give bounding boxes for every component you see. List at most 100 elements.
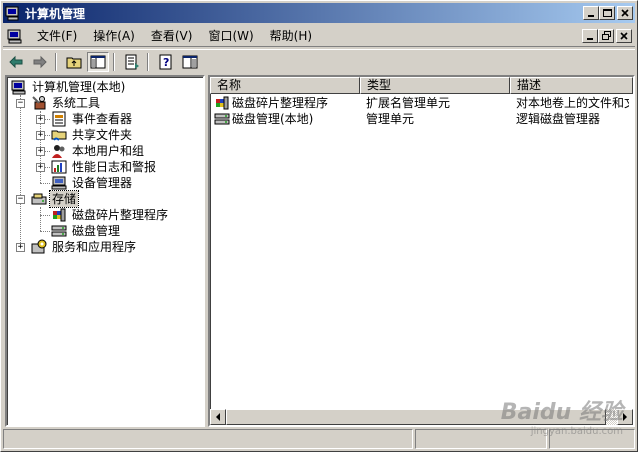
menu-view[interactable]: 查看(V) xyxy=(143,26,201,46)
show-hide-action-pane-button[interactable] xyxy=(179,52,201,72)
help-icon: ? xyxy=(159,54,172,69)
menu-window[interactable]: 窗口(W) xyxy=(200,26,261,46)
watermark-brand: Baidu 经验 xyxy=(500,400,623,425)
column-header-description[interactable]: 描述 xyxy=(510,77,633,94)
expand-toggle[interactable]: + xyxy=(36,147,45,156)
toolbar: ? xyxy=(3,49,635,73)
cell-name: 磁盘管理(本地) xyxy=(232,112,314,126)
show-hide-tree-button[interactable] xyxy=(87,51,109,72)
maximize-icon xyxy=(602,9,612,17)
cell-type: 扩展名管理单元 xyxy=(366,96,451,110)
tree-label: 系统工具 xyxy=(52,96,101,110)
menu-action[interactable]: 操作(A) xyxy=(85,26,143,46)
computer-management-icon xyxy=(5,6,19,21)
toolbar-separator xyxy=(113,52,115,71)
tree-label: 磁盘碎片整理程序 xyxy=(72,208,169,222)
svg-text:?: ? xyxy=(163,56,169,69)
tree-node-services[interactable]: 服务和应用程序 xyxy=(31,239,138,255)
menu-help[interactable]: 帮助(H) xyxy=(262,26,320,46)
tree-connector xyxy=(40,183,50,184)
tree-label: 计算机管理(本地) xyxy=(32,80,126,94)
cell-description: 逻辑磁盘管理器 xyxy=(516,112,601,126)
tree-connector xyxy=(40,207,41,231)
minimize-button[interactable] xyxy=(583,6,599,20)
tree-label: 服务和应用程序 xyxy=(52,240,137,254)
tree-node-system-tools[interactable]: 系统工具 xyxy=(31,95,102,111)
expand-toggle[interactable]: + xyxy=(36,115,45,124)
tree-node-root[interactable]: 计算机管理(本地) xyxy=(11,79,127,95)
defrag-icon xyxy=(53,208,66,222)
action-pane-icon xyxy=(182,55,198,68)
expand-toggle[interactable]: + xyxy=(36,131,45,140)
tree-label: 性能日志和警报 xyxy=(72,160,157,174)
forward-arrow-icon xyxy=(33,55,47,68)
document-controls xyxy=(582,28,632,43)
watermark-url: jingyan.baidu.com xyxy=(530,426,623,437)
window-title: 计算机管理 xyxy=(25,6,86,21)
column-headers: 名称 类型 描述 xyxy=(210,77,633,94)
list-item[interactable]: 磁盘管理(本地) 管理单元 逻辑磁盘管理器 xyxy=(210,111,629,127)
maximize-button[interactable] xyxy=(599,6,615,20)
list-item[interactable]: 磁盘碎片整理程序 扩展名管理单元 对本地卷上的文件和文 xyxy=(210,95,629,111)
doc-restore-button[interactable] xyxy=(598,28,614,43)
tree-node-event-viewer[interactable]: 事件查看器 xyxy=(51,111,134,127)
scroll-left-button[interactable] xyxy=(210,409,226,425)
column-header-name[interactable]: 名称 xyxy=(210,77,360,94)
close-icon xyxy=(620,31,628,40)
device-manager-icon xyxy=(51,176,67,190)
status-pane-main xyxy=(3,429,413,449)
doc-minimize-button[interactable] xyxy=(582,28,598,43)
tree-label: 磁盘管理 xyxy=(72,224,121,238)
minimize-icon xyxy=(587,37,593,40)
up-one-level-button[interactable] xyxy=(63,52,85,72)
cell-type: 管理单元 xyxy=(366,112,415,126)
close-button[interactable] xyxy=(617,6,633,20)
disk-management-icon xyxy=(51,225,67,237)
cell-description: 对本地卷上的文件和文 xyxy=(516,96,629,110)
watermark: Baidu 经验 jingyan.baidu.com xyxy=(501,394,623,437)
console-tree[interactable]: 计算机管理(本地) − 系统工具 + 事件查看器 + 共享文件夹 + 本地用户和… xyxy=(5,75,205,427)
users-icon xyxy=(52,145,65,158)
export-list-button[interactable] xyxy=(121,52,143,72)
column-header-type[interactable]: 类型 xyxy=(360,77,510,94)
defrag-icon xyxy=(216,96,229,110)
scroll-left-icon xyxy=(216,413,220,421)
tree-connector xyxy=(20,95,21,247)
tree-node-storage[interactable]: 存储 xyxy=(31,190,80,208)
toolbar-separator xyxy=(147,52,149,71)
tree-connector xyxy=(40,215,50,216)
tree-label: 事件查看器 xyxy=(72,112,133,126)
disk-management-icon xyxy=(214,113,230,125)
expand-toggle[interactable]: + xyxy=(16,243,25,252)
minimize-icon xyxy=(588,15,594,17)
services-icon xyxy=(31,239,47,254)
collapse-toggle[interactable]: − xyxy=(16,99,25,108)
tree-node-disk-mgmt[interactable]: 磁盘管理 xyxy=(51,223,122,239)
performance-icon xyxy=(51,160,67,174)
tree-label-selected: 存储 xyxy=(48,190,80,208)
cell-name: 磁盘碎片整理程序 xyxy=(232,96,329,110)
event-viewer-icon xyxy=(52,111,66,127)
tree-node-defrag[interactable]: 磁盘碎片整理程序 xyxy=(51,207,170,223)
collapse-toggle[interactable]: − xyxy=(16,195,25,204)
menu-file[interactable]: 文件(F) xyxy=(29,26,85,46)
title-bar[interactable]: 计算机管理 xyxy=(3,3,635,23)
close-icon xyxy=(621,9,629,17)
tree-node-perf-logs[interactable]: 性能日志和警报 xyxy=(51,159,158,175)
shared-folder-icon xyxy=(51,130,67,141)
details-list[interactable]: 名称 类型 描述 磁盘碎片整理程序 扩展名管理单元 对本地卷上的文件和文 磁盘管… xyxy=(208,75,635,427)
forward-button[interactable] xyxy=(29,52,51,72)
expand-toggle[interactable]: + xyxy=(36,163,45,172)
tree-node-shared-folders[interactable]: 共享文件夹 xyxy=(51,127,134,143)
folder-up-icon xyxy=(66,57,82,68)
restore-icon xyxy=(601,31,611,40)
tree-node-device-manager[interactable]: 设备管理器 xyxy=(51,175,134,191)
tree-connector xyxy=(40,231,50,232)
doc-close-button[interactable] xyxy=(616,28,632,43)
back-button[interactable] xyxy=(5,52,27,72)
tree-node-local-users[interactable]: 本地用户和组 xyxy=(51,143,146,159)
console-icon[interactable] xyxy=(7,28,25,44)
help-button[interactable]: ? xyxy=(155,52,177,72)
tree-label: 共享文件夹 xyxy=(72,128,133,142)
storage-icon xyxy=(31,193,47,205)
